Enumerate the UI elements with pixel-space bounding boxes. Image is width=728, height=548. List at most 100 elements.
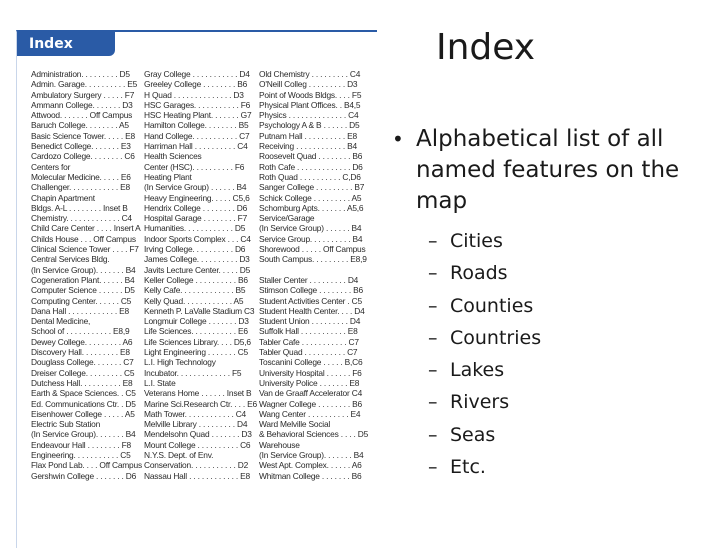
index-entry: Engineering. . . . . . . . . . . C5 <box>31 449 131 460</box>
index-entry: Cardozo College. . . . . . . . C6 <box>31 151 135 162</box>
dash-bullet-icon: – <box>428 359 438 382</box>
dash-bullet-icon: – <box>428 456 438 479</box>
index-entry: Indoor Sports Complex . . . C4 <box>144 233 251 244</box>
index-entry: Student Health Center. . . . D4 <box>259 305 365 316</box>
index-entry: Service/Garage <box>259 213 315 224</box>
index-entry: Computing Center. . . . . . C5 <box>31 295 132 306</box>
index-entry: Molecular Medicine. . . . . E6 <box>31 171 131 182</box>
index-entry: Childs House . . . Off Campus <box>31 233 136 244</box>
index-entry: Bldgs. A-L . . . . . . . . Inset B <box>31 202 128 213</box>
index-entry: Shorewood . . . . . Off Campus <box>259 244 366 255</box>
index-entry: Earth & Space Sciences. . C5 <box>31 388 136 399</box>
index-entry: Service Group. . . . . . . . . . B4 <box>259 233 363 244</box>
index-entry: Roth Quad . . . . . . . . . . C,D6 <box>259 171 361 182</box>
sub-bullet-item: – Cities <box>428 225 541 257</box>
sub-bullet-label: Seas <box>450 423 496 446</box>
sub-bullet-label: Counties <box>450 294 534 317</box>
index-entry: Hand College. . . . . . . . . . . C7 <box>144 130 250 141</box>
index-entry: Humanities. . . . . . . . . . . . D5 <box>144 223 246 234</box>
dash-bullet-icon: – <box>428 423 438 446</box>
index-entry: Benedict College. . . . . . . E3 <box>31 141 131 152</box>
index-entry: Heating Plant <box>144 171 192 182</box>
index-tab-label: Index <box>17 32 115 56</box>
dash-bullet-icon: – <box>428 326 438 349</box>
index-entry: Ambulatory Surgery . . . . . F7 <box>31 89 135 100</box>
index-entry: Attwood. . . . . . . Off Campus <box>31 110 133 121</box>
index-column-1: Administration. . . . . . . . . D5 Admin.… <box>31 69 149 481</box>
index-entry: Melville Library . . . . . . . . . D4 <box>144 419 248 430</box>
index-entry: (In Service Group). . . . . . . B4 <box>31 429 136 440</box>
dash-bullet-icon: – <box>428 391 438 414</box>
index-entry: Roth Cafe . . . . . . . . . . . . . D6 <box>259 161 363 172</box>
index-entry: Sanger College . . . . . . . . . B7 <box>259 182 365 193</box>
index-entry: Tabler Quad . . . . . . . . . . C7 <box>259 347 358 358</box>
index-entry: Discovery Hall. . . . . . . . . E8 <box>31 347 130 358</box>
index-entry: Clinical Science Tower . . . . F7 <box>31 244 139 255</box>
sub-bullet-item: – Countries <box>428 322 541 354</box>
index-entry: Physics . . . . . . . . . . . . . . C4 <box>259 110 359 121</box>
index-entry: School of . . . . . . . . . . . E8,9 <box>31 326 130 337</box>
index-entry: Light Engineering . . . . . . . C5 <box>144 347 248 358</box>
index-entry: H Quad . . . . . . . . . . . . . . D3 <box>144 89 244 100</box>
index-entry: Greeley College . . . . . . . . B6 <box>144 79 248 90</box>
index-entry: Harriman Hall . . . . . . . . . . C4 <box>144 141 248 152</box>
index-entry: Marine Sci.Research Ctr. . . . E6 <box>144 398 258 409</box>
dash-bullet-icon: – <box>428 262 438 285</box>
index-entry: Administration. . . . . . . . . D5 <box>31 69 130 79</box>
index-entry: Nassau Hall . . . . . . . . . . . . E8 <box>144 470 250 481</box>
index-entry: Staller Center . . . . . . . . . D4 <box>259 274 359 285</box>
index-entry: Point of Woods Bldgs. . . . F5 <box>259 89 362 100</box>
index-entry: Irving College. . . . . . . . . . D6 <box>144 244 246 255</box>
index-entry: Ammann College. . . . . . . D3 <box>31 99 133 110</box>
index-entry: Computer Science . . . . . . D5 <box>31 285 135 296</box>
index-entry: Hospital Garage . . . . . . . . F7 <box>144 213 248 224</box>
dash-bullet-icon: – <box>428 230 438 252</box>
index-entry: Life Sciences. . . . . . . . . . . E6 <box>144 326 248 337</box>
index-column-2: Gray College . . . . . . . . . . . D4 Gre… <box>144 69 262 481</box>
index-entry: University Police . . . . . . . E8 <box>259 377 360 388</box>
sub-bullet-item: – Counties <box>428 290 541 322</box>
index-entry: Life Sciences Library. . . . D5,6 <box>144 336 251 347</box>
index-entry: Central Services Bldg. <box>31 254 110 265</box>
index-entry: Roosevelt Quad . . . . . . . . B6 <box>259 151 363 162</box>
sub-bullet-label: Lakes <box>450 359 505 382</box>
index-entry: Schick College . . . . . . . . . A5 <box>259 192 362 203</box>
sub-bullet-item: – Roads <box>428 257 541 289</box>
index-entry: L.I. State <box>144 377 176 388</box>
index-entry: Psychology A & B . . . . . . D5 <box>259 120 360 131</box>
index-entry: Centers for <box>31 161 71 172</box>
sub-bullet-label: Cities <box>450 230 503 252</box>
index-entry: Douglass College. . . . . . . C7 <box>31 357 134 368</box>
index-entry: Student Activities Center . C5 <box>259 295 362 306</box>
index-entry: Student Union . . . . . . . . . D4 <box>259 316 361 327</box>
index-column-3: Old Chemistry . . . . . . . . . C4 O'Neil… <box>259 69 377 481</box>
index-entry: (In Service Group) . . . . . . B4 <box>144 182 247 193</box>
index-entry: Schomburg Apts. . . . . . . A5,6 <box>259 202 364 213</box>
index-entry: Hamilton College. . . . . . . . B5 <box>144 120 249 131</box>
index-entry: HSC Heating Plant. . . . . . . G7 <box>144 110 252 121</box>
index-entry: Center (HSC). . . . . . . . . . F6 <box>144 161 245 172</box>
index-entry: Dewey College. . . . . . . . . A6 <box>31 336 133 347</box>
index-entry: Receiving . . . . . . . . . . . . B4 <box>259 141 357 152</box>
index-entry: (In Service Group) . . . . . . B4 <box>259 223 362 234</box>
index-entry: Basic Science Tower. . . . . E8 <box>31 130 135 141</box>
index-entry: Wang Center . . . . . . . . . . E4 <box>259 408 361 419</box>
index-entry: University Hospital . . . . . . F6 <box>259 367 362 378</box>
index-entry: Ed. Communications Ctr. . D5 <box>31 398 136 409</box>
index-entry: Tabler Cafe . . . . . . . . . . . C7 <box>259 336 359 347</box>
index-entry: Dutchess Hall. . . . . . . . . . E8 <box>31 377 133 388</box>
map-index-image: Index Administration. . . . . . . . . D5… <box>16 30 377 548</box>
index-entry: Van de Graaff Accelerator C4 <box>259 388 363 399</box>
index-entry: Chapin Apartment <box>31 192 95 203</box>
index-entry: Admin. Garage. . . . . . . . . . E5 <box>31 79 138 90</box>
index-entry: James College. . . . . . . . . . D3 <box>144 254 250 265</box>
index-entry: Kenneth P. LaValle Stadium C3 <box>144 305 255 316</box>
index-entry: Dreiser College. . . . . . . . . C5 <box>31 367 135 378</box>
main-bullet: • Alphabetical list of all named feature… <box>392 124 712 217</box>
index-entry: Gray College . . . . . . . . . . . D4 <box>144 69 250 79</box>
index-entry: (In Service Group). . . . . . . B4 <box>31 264 136 275</box>
main-bullet-text: Alphabetical list of all named features … <box>416 126 680 214</box>
index-entry: Stimson College . . . . . . . . B6 <box>259 285 363 296</box>
index-entry: Veterans Home . . . . . . Inset B <box>144 388 252 399</box>
sub-bullet-item: – Rivers <box>428 386 541 418</box>
